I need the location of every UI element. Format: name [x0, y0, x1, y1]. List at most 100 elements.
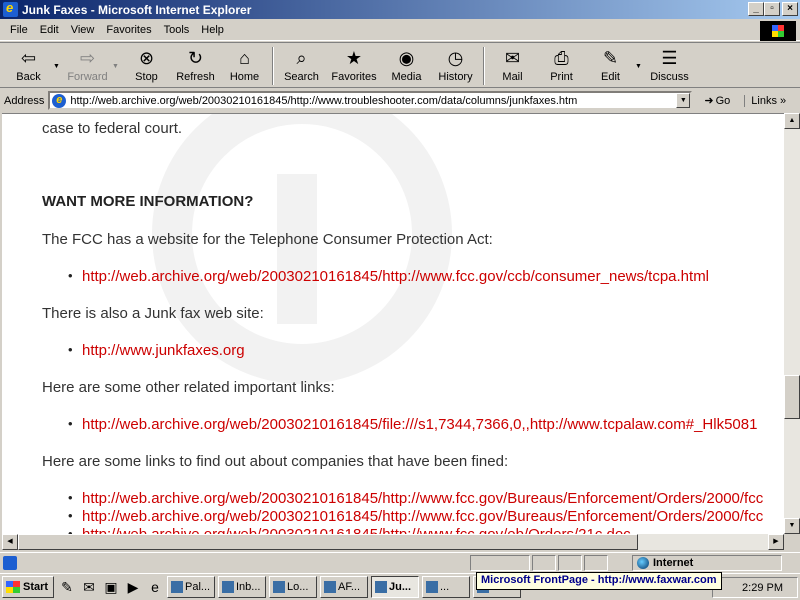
status-cell — [558, 555, 582, 571]
stop-icon: ⊗ — [138, 47, 155, 68]
favorites-button[interactable]: ★ Favorites — [326, 47, 382, 84]
paragraph: There is also a Junk fax web site: — [42, 305, 264, 322]
security-zone: Internet — [632, 555, 782, 571]
vertical-scrollbar[interactable]: ▲ ▼ — [784, 113, 800, 534]
vertical-scroll-thumb[interactable] — [784, 375, 800, 419]
go-arrow-icon: ➜ — [704, 95, 714, 107]
link-fcc-tcpa[interactable]: http://web.archive.org/web/2003021016184… — [68, 268, 709, 285]
globe-icon — [637, 557, 649, 569]
links-button[interactable]: Links » — [744, 94, 786, 107]
quicklaunch-edit-icon[interactable]: ✎ — [58, 578, 76, 596]
stop-button[interactable]: ⊗ Stop — [122, 47, 171, 84]
tooltip: Microsoft FrontPage - http://www.faxwar.… — [476, 572, 722, 590]
forward-arrow-icon: ⇨ — [79, 47, 96, 68]
address-dropdown[interactable]: ▼ — [676, 93, 691, 108]
paragraph: Here are some other related important li… — [42, 379, 335, 396]
status-cell — [584, 555, 608, 571]
page-status-icon — [3, 555, 17, 570]
link-tcpalaw[interactable]: http://web.archive.org/web/2003021016184… — [68, 416, 757, 433]
taskbar-button[interactable]: ... — [422, 576, 470, 598]
discuss-button[interactable]: ☰ Discuss — [645, 47, 694, 84]
menu-file[interactable]: File — [4, 24, 34, 36]
page-content: case to federal court. WANT MORE INFORMA… — [2, 113, 784, 534]
search-icon: ⌕ — [296, 47, 307, 68]
address-bar: Address e http://web.archive.org/web/200… — [0, 89, 800, 112]
link-junkfaxes[interactable]: http://www.junkfaxes.org — [68, 342, 245, 359]
forward-button[interactable]: ⇨ Forward — [63, 47, 112, 84]
menu-edit[interactable]: Edit — [34, 24, 65, 36]
refresh-icon: ↻ — [187, 47, 204, 68]
menu-tools[interactable]: Tools — [158, 24, 196, 36]
app-icon — [273, 581, 285, 593]
status-bar: Internet — [0, 552, 800, 572]
go-button[interactable]: ➜ Go — [704, 94, 730, 108]
horizontal-scroll-thumb[interactable] — [18, 534, 638, 550]
app-icon — [171, 581, 183, 593]
refresh-button[interactable]: ↻ Refresh — [171, 47, 220, 84]
taskbar-button[interactable]: Pal... — [167, 576, 215, 598]
windows-logo-icon — [6, 581, 20, 593]
menu-view[interactable]: View — [65, 24, 101, 36]
ie-icon — [3, 0, 18, 17]
taskbar-button[interactable]: Lo... — [269, 576, 317, 598]
status-cell — [470, 555, 530, 571]
print-button[interactable]: ⎙ Print — [537, 47, 586, 84]
printer-icon: ⎙ — [554, 47, 569, 68]
menu-favorites[interactable]: Favorites — [100, 24, 157, 36]
link-fcc-order[interactable]: http://web.archive.org/web/2003021016184… — [68, 526, 631, 534]
back-dropdown[interactable]: ▼ — [53, 63, 63, 70]
forward-dropdown[interactable]: ▼ — [112, 63, 122, 70]
minimize-button[interactable]: _ — [748, 2, 764, 16]
mail-icon: ✉ — [504, 47, 521, 68]
quicklaunch-desktop-icon[interactable]: ▣ — [102, 578, 120, 596]
favorites-folder-icon: ★ — [345, 47, 363, 68]
background-watermark — [277, 174, 317, 324]
address-label: Address — [4, 94, 45, 107]
scroll-down-button[interactable]: ▼ — [784, 518, 800, 534]
mail-button[interactable]: ✉ Mail — [488, 47, 537, 84]
history-icon: ◷ — [447, 47, 464, 68]
quicklaunch-media-icon[interactable]: ▶ — [124, 578, 142, 596]
title-bar: Junk Faxes - Microsoft Internet Explorer… — [0, 0, 800, 19]
quicklaunch-outlook-icon[interactable]: ✉ — [80, 578, 98, 596]
app-icon — [426, 581, 438, 593]
horizontal-scrollbar[interactable]: ◀ ▶ — [2, 534, 784, 550]
toolbar-separator — [483, 47, 485, 85]
app-icon — [222, 581, 234, 593]
scroll-up-button[interactable]: ▲ — [784, 113, 800, 129]
media-button[interactable]: ◉ Media — [382, 47, 431, 84]
restore-button[interactable]: ▫ — [764, 2, 780, 16]
section-heading: WANT MORE INFORMATION? — [42, 193, 254, 210]
edit-button[interactable]: ✎ Edit — [586, 47, 635, 84]
start-button[interactable]: Start — [2, 576, 54, 598]
status-cell — [532, 555, 556, 571]
window-title: Junk Faxes - Microsoft Internet Explorer — [22, 2, 252, 17]
close-button[interactable]: × — [782, 2, 798, 16]
menu-help[interactable]: Help — [195, 24, 230, 36]
home-icon: ⌂ — [239, 47, 250, 68]
back-button[interactable]: ⇦ Back — [4, 47, 53, 84]
search-button[interactable]: ⌕ Search — [277, 47, 326, 84]
clock: 2:29 PM — [742, 581, 783, 594]
scroll-left-button[interactable]: ◀ — [2, 534, 18, 550]
windows-logo-icon — [760, 21, 796, 41]
address-url: http://web.archive.org/web/2003021016184… — [70, 94, 578, 107]
edit-icon: ✎ — [602, 47, 619, 68]
taskbar-button-active[interactable]: Ju... — [371, 576, 419, 598]
home-button[interactable]: ⌂ Home — [220, 47, 269, 84]
text-fragment: case to federal court. — [42, 120, 183, 137]
address-input[interactable]: e http://web.archive.org/web/20030210161… — [48, 91, 693, 110]
edit-dropdown[interactable]: ▼ — [635, 63, 645, 70]
ie-icon — [375, 581, 387, 593]
link-fcc-order[interactable]: http://web.archive.org/web/2003021016184… — [68, 490, 763, 507]
toolbar: ⇦ Back ▼ ⇨ Forward ▼ ⊗ Stop ↻ Refresh ⌂ … — [0, 42, 800, 88]
system-tray: 2:29 PM — [712, 577, 798, 598]
link-fcc-order[interactable]: http://web.archive.org/web/2003021016184… — [68, 508, 763, 525]
history-button[interactable]: ◷ History — [431, 47, 480, 84]
taskbar-button[interactable]: AF... — [320, 576, 368, 598]
discuss-icon: ☰ — [661, 47, 678, 68]
scroll-right-button[interactable]: ▶ — [768, 534, 784, 550]
quicklaunch-ie-icon[interactable]: e — [146, 578, 164, 596]
taskbar-button[interactable]: Inb... — [218, 576, 266, 598]
app-icon — [324, 581, 336, 593]
